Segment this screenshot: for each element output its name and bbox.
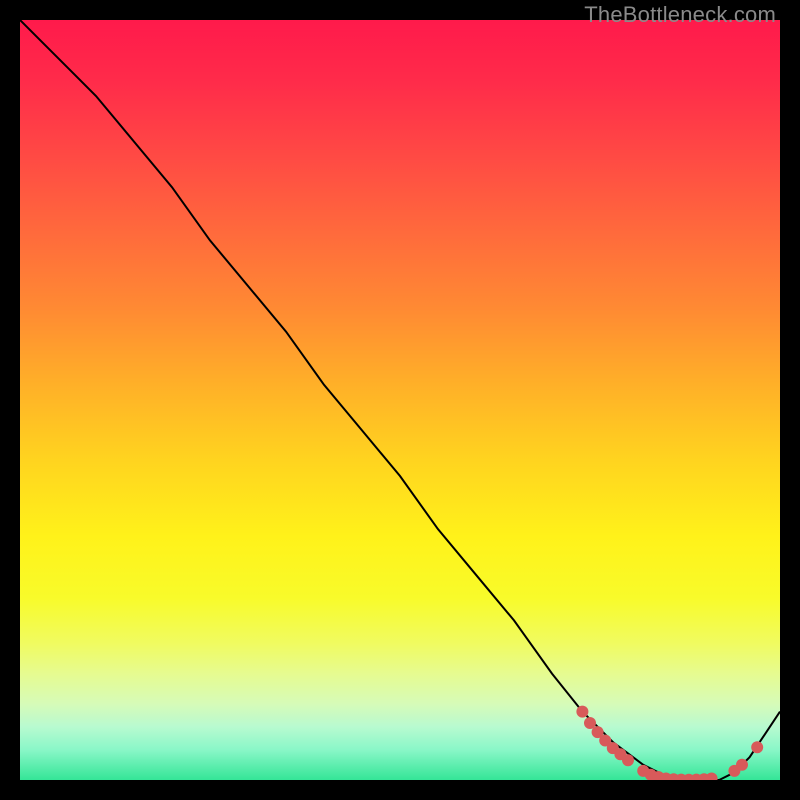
curve-marker (622, 754, 634, 766)
curve-marker (751, 741, 763, 753)
chart-svg (20, 20, 780, 780)
chart-plot-area (20, 20, 780, 780)
curve-marker (736, 759, 748, 771)
curve-line (20, 20, 780, 780)
curve-marker (706, 773, 718, 781)
watermark-text: TheBottleneck.com (584, 2, 776, 28)
curve-marker (576, 706, 588, 718)
chart-frame: TheBottleneck.com (0, 0, 800, 800)
